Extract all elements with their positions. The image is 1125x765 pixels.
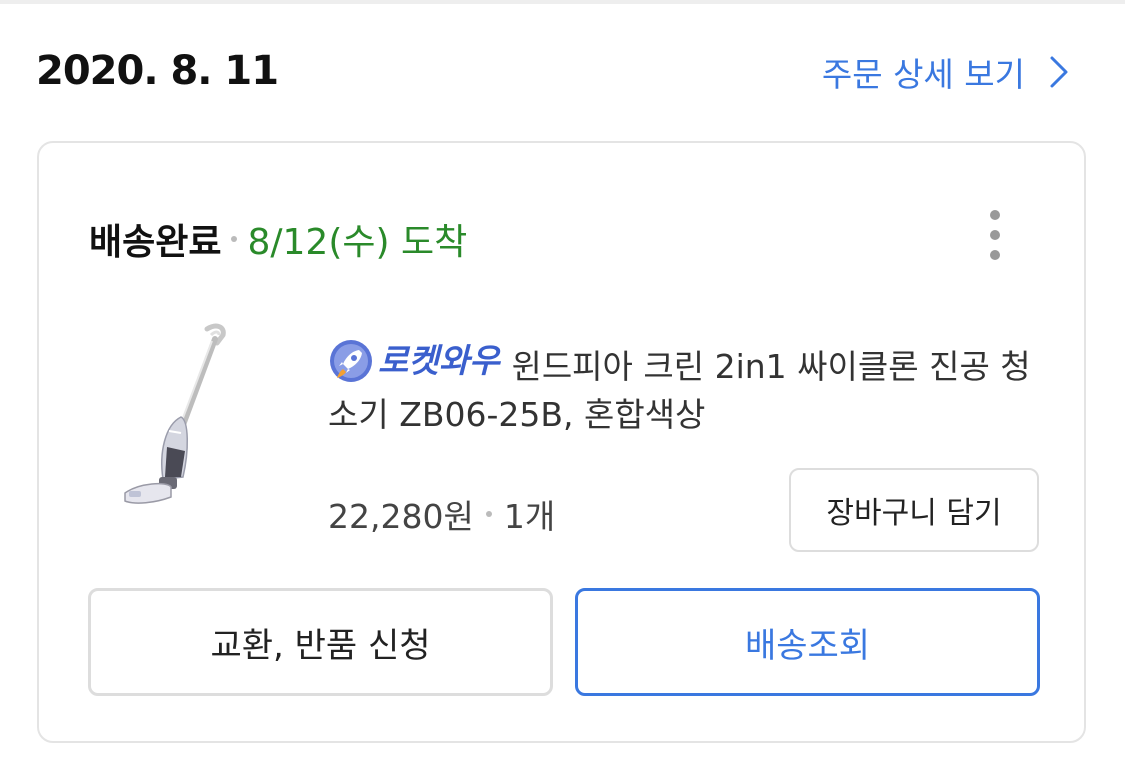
delivery-status: 배송완료 [89, 222, 222, 263]
track-delivery-button[interactable]: 배송조회 [575, 588, 1040, 696]
rocket-wow-badge: 로켓와우 [328, 337, 499, 385]
chevron-right-icon [1050, 56, 1068, 88]
add-to-cart-button[interactable]: 장바구니 담기 [789, 468, 1039, 552]
rocket-icon [330, 340, 372, 382]
product-price: 22,280원 [328, 497, 474, 536]
product-quantity: 1개 [503, 497, 556, 536]
separator-dot [485, 511, 492, 517]
rocket-wow-label: 로켓와우 [378, 341, 500, 380]
price-line: 22,280원 1개 [328, 490, 555, 538]
separator-dot [231, 236, 238, 242]
product-title[interactable]: 로켓와우 윈드피아 크린 2in1 싸이클론 진공 청소기 ZB06-25B, … [328, 337, 1048, 439]
top-divider [0, 0, 1125, 4]
vertical-more-icon[interactable] [985, 209, 1005, 261]
order-date: 2020. 8. 11 [36, 48, 279, 94]
arrival-date: 8/12(수) 도착 [247, 222, 468, 263]
order-detail-link[interactable]: 주문 상세 보기 [822, 48, 1069, 96]
order-detail-label: 주문 상세 보기 [821, 55, 1025, 94]
product-thumbnail[interactable] [119, 321, 249, 521]
order-card: 배송완료 8/12(수) 도착 로켓와우 윈드피아 크린 2in1 싸이클론 진… [37, 141, 1086, 743]
delivery-status-line: 배송완료 8/12(수) 도착 [89, 213, 467, 265]
exchange-return-button[interactable]: 교환, 반품 신청 [88, 588, 553, 696]
